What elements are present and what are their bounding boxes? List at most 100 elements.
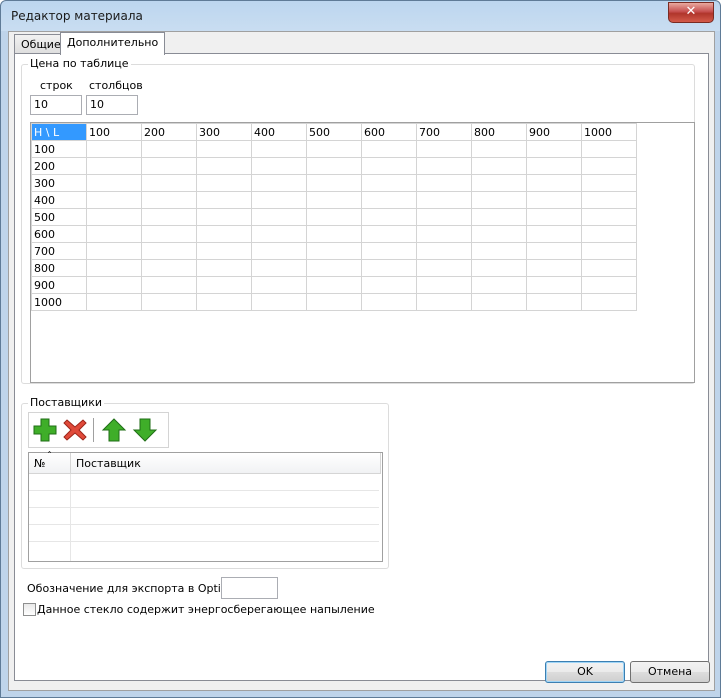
price-cell[interactable] [141,208,197,226]
price-corner-cell[interactable]: H \ L [31,123,87,141]
price-cell[interactable] [361,293,417,311]
price-cell[interactable] [306,242,362,260]
price-cell[interactable] [86,293,142,311]
price-grid[interactable]: H \ L 100 200 300 400 500 600 700 800 900 1000 100 2… [30,122,695,383]
price-row-header[interactable]: 400 [31,191,87,209]
price-cell[interactable] [416,140,472,158]
price-cell[interactable] [471,157,527,175]
price-cell[interactable] [361,174,417,192]
move-up-button[interactable] [101,417,127,443]
price-row-header[interactable]: 1000 [31,293,87,311]
price-cell[interactable] [416,293,472,311]
price-col-header[interactable]: 400 [251,123,307,141]
price-cell[interactable] [86,259,142,277]
price-col-header[interactable]: 500 [306,123,362,141]
price-cell[interactable] [361,276,417,294]
price-cell[interactable] [251,242,307,260]
price-cell[interactable] [416,157,472,175]
move-down-button[interactable] [132,417,158,443]
price-cell[interactable] [581,140,637,158]
price-cell[interactable] [581,242,637,260]
price-cell[interactable] [526,140,582,158]
price-cell[interactable] [196,242,252,260]
price-cell[interactable] [581,276,637,294]
price-cell[interactable] [306,293,362,311]
price-cell[interactable] [526,191,582,209]
price-cell[interactable] [86,208,142,226]
price-cell[interactable] [471,140,527,158]
price-cell[interactable] [86,140,142,158]
price-cell[interactable] [196,191,252,209]
price-cell[interactable] [526,208,582,226]
price-table[interactable]: H \ L 100 200 300 400 500 600 700 800 900 1000 100 2… [31,123,637,311]
price-cell[interactable] [306,174,362,192]
price-cell[interactable] [251,140,307,158]
price-cell[interactable] [471,293,527,311]
title-bar[interactable]: Редактор материала ✕ [1,1,720,31]
price-col-header[interactable]: 1000 [581,123,637,141]
price-cell[interactable] [471,208,527,226]
price-cell[interactable] [416,259,472,277]
price-cell[interactable] [526,259,582,277]
cols-count-input[interactable]: 10 [86,95,138,115]
price-cell[interactable] [86,191,142,209]
price-cell[interactable] [196,259,252,277]
close-button[interactable]: ✕ [668,2,714,23]
price-cell[interactable] [306,208,362,226]
price-cell[interactable] [471,174,527,192]
price-cell[interactable] [471,225,527,243]
price-cell[interactable] [141,174,197,192]
price-cell[interactable] [196,293,252,311]
price-col-header[interactable]: 200 [141,123,197,141]
energy-saving-checkbox[interactable] [23,603,36,616]
price-cell[interactable] [141,293,197,311]
price-cell[interactable] [416,225,472,243]
price-col-header[interactable]: 800 [471,123,527,141]
price-cell[interactable] [526,242,582,260]
price-cell[interactable] [471,259,527,277]
price-cell[interactable] [416,174,472,192]
price-cell[interactable] [306,191,362,209]
price-col-header[interactable]: 600 [361,123,417,141]
price-cell[interactable] [141,276,197,294]
price-col-header[interactable]: 700 [416,123,472,141]
price-cell[interactable] [251,225,307,243]
price-cell[interactable] [141,242,197,260]
price-cell[interactable] [416,208,472,226]
col-supplier-header[interactable]: Поставщик [71,453,381,474]
price-row-header[interactable]: 900 [31,276,87,294]
price-cell[interactable] [141,191,197,209]
price-cell[interactable] [251,157,307,175]
price-cell[interactable] [251,174,307,192]
price-cell[interactable] [361,140,417,158]
price-cell[interactable] [361,191,417,209]
price-row-header[interactable]: 100 [31,140,87,158]
price-cell[interactable] [196,208,252,226]
price-cell[interactable] [86,225,142,243]
price-cell[interactable] [526,293,582,311]
price-cell[interactable] [416,276,472,294]
price-cell[interactable] [306,259,362,277]
price-cell[interactable] [306,157,362,175]
suppliers-grid[interactable]: № ˆ Поставщик [28,451,383,562]
price-row-header[interactable]: 300 [31,174,87,192]
price-row-header[interactable]: 600 [31,225,87,243]
price-cell[interactable] [361,157,417,175]
price-cell[interactable] [196,174,252,192]
price-cell[interactable] [306,140,362,158]
col-number-header[interactable]: № ˆ [29,451,71,474]
price-cell[interactable] [361,242,417,260]
price-cell[interactable] [581,191,637,209]
price-cell[interactable] [526,276,582,294]
price-cell[interactable] [251,259,307,277]
price-row-header[interactable]: 700 [31,242,87,260]
price-cell[interactable] [196,225,252,243]
price-cell[interactable] [581,259,637,277]
export-code-input[interactable] [221,577,278,599]
price-cell[interactable] [141,259,197,277]
price-cell[interactable] [526,225,582,243]
price-cell[interactable] [141,140,197,158]
price-cell[interactable] [361,259,417,277]
price-row-header[interactable]: 200 [31,157,87,175]
add-supplier-button[interactable] [32,417,58,443]
